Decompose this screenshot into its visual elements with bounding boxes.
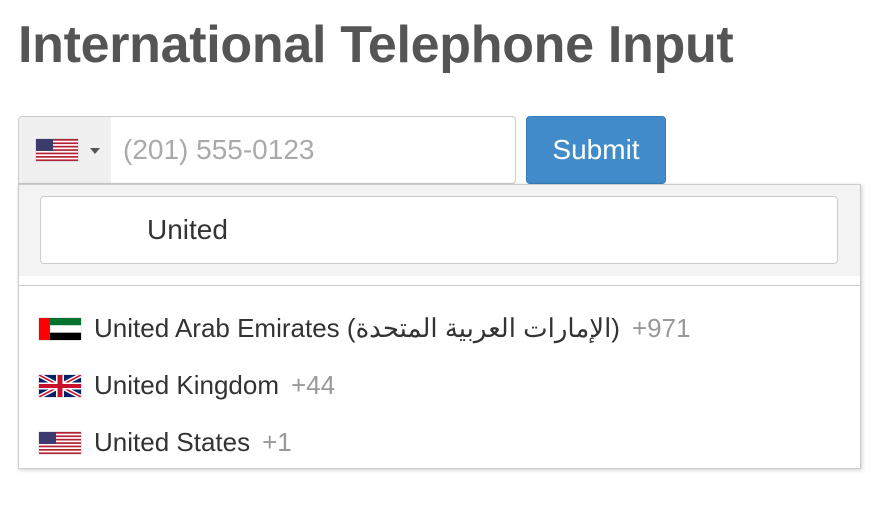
country-search-input[interactable] (40, 196, 838, 264)
phone-number-input[interactable] (123, 117, 503, 183)
dial-code: +44 (291, 370, 336, 400)
country-name: United Arab Emirates (الإمارات العربية ا… (94, 313, 620, 343)
country-item-united-kingdom[interactable]: United Kingdom +44 (19, 357, 860, 414)
country-search-area (19, 185, 860, 276)
caret-down-icon (90, 148, 100, 154)
us-flag-icon (39, 431, 81, 454)
country-item-united-states[interactable]: United States +1 (19, 414, 860, 471)
phone-input-group (18, 116, 516, 184)
country-name: United States (94, 427, 251, 457)
page-title: International Telephone Input (18, 16, 734, 74)
country-dropdown: United Arab Emirates (الإمارات العربية ا… (18, 184, 861, 469)
dial-code: +971 (631, 313, 691, 343)
submit-button[interactable]: Submit (526, 116, 666, 184)
country-name: United Kingdom (94, 370, 279, 400)
ae-flag-icon (39, 317, 81, 340)
gb-flag-icon (39, 374, 81, 397)
dropdown-divider (19, 285, 860, 286)
country-item-united-arab-emirates[interactable]: United Arab Emirates (الإمارات العربية ا… (19, 300, 860, 357)
us-flag-icon (36, 139, 78, 161)
country-selector-button[interactable] (19, 117, 111, 183)
country-list: United Arab Emirates (الإمارات العربية ا… (19, 300, 860, 471)
dial-code: +1 (262, 427, 292, 457)
